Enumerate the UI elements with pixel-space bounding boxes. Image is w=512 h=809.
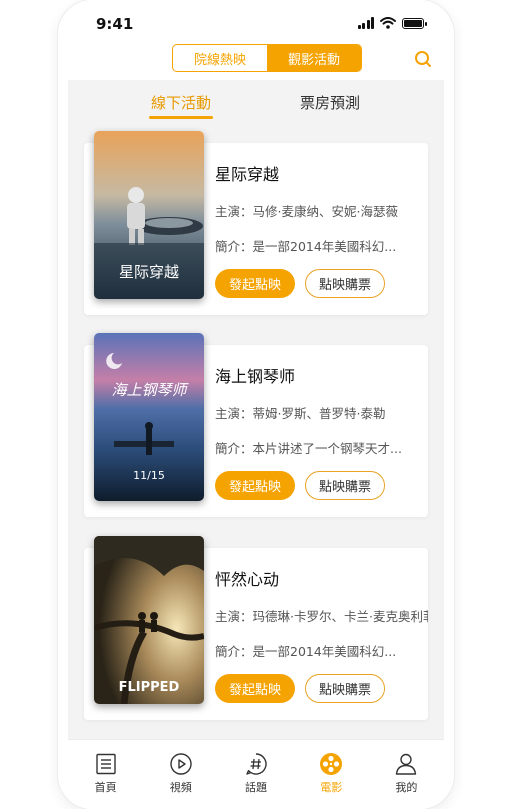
tab-offline-events[interactable]: 線下活動 — [148, 92, 214, 119]
movie-poster[interactable]: 海上钢琴师 11/15 — [94, 333, 204, 501]
movie-title: 怦然心动 — [215, 570, 280, 589]
tab-label: 視頻 — [169, 781, 192, 794]
movie-synopsis: 簡介：是一部2014年美國科幻... — [215, 239, 397, 254]
tab-label: 我的 — [395, 781, 418, 794]
tab-box-office-forecast[interactable]: 票房預測 — [300, 92, 360, 113]
movie-cast: 主演：蒂姆·罗斯、普罗特·泰勒 — [215, 406, 386, 421]
main-content: 線下活動 票房預測 星际穿越 星际穿越 主演：马修·麦康纳、安妮·海瑟薇 簡介：… — [68, 80, 444, 739]
poster-title: 海上钢琴师 — [111, 381, 189, 399]
tab-video[interactable]: 視頻 — [143, 740, 218, 809]
user-icon — [396, 753, 417, 775]
segmented-control: 院線熱映 觀影活動 — [172, 44, 362, 72]
movie-title: 海上钢琴师 — [215, 367, 296, 386]
movie-title: 星际穿越 — [215, 165, 280, 184]
tab-label: 首頁 — [94, 781, 117, 794]
movie-cast: 主演：玛德琳·卡罗尔、卡兰·麦克奥利菲 — [215, 609, 428, 624]
wifi-icon — [380, 17, 396, 29]
tab-label: 話題 — [245, 781, 267, 794]
movie-synopsis: 簡介：本片讲述了一个钢琴天才... — [215, 441, 402, 456]
buy-screening-ticket-button[interactable]: 點映購票 — [305, 471, 385, 500]
hashtag-icon — [246, 753, 267, 775]
movie-card[interactable]: 星际穿越 星际穿越 主演：马修·麦康纳、安妮·海瑟薇 簡介：是一部2014年美國… — [84, 131, 428, 315]
tab-label: 電影 — [320, 781, 343, 794]
status-time: 9:41 — [96, 15, 134, 33]
tab-profile[interactable]: 我的 — [369, 740, 444, 809]
status-icons — [357, 17, 427, 29]
status-bar: 9:41 — [68, 0, 444, 44]
top-header: 院線熱映 觀影活動 — [68, 44, 444, 80]
buy-screening-ticket-button[interactable]: 點映購票 — [305, 269, 385, 298]
poster-title: 星际穿越 — [119, 263, 179, 281]
movie-card[interactable]: 海上钢琴师 11/15 海上钢琴师 主演：蒂姆·罗斯、普罗特·泰勒 簡介：本片讲… — [84, 333, 428, 517]
movie-synopsis: 簡介：是一部2014年美國科幻... — [215, 644, 397, 659]
battery-icon — [402, 17, 427, 29]
sub-tabs: 線下活動 票房預測 — [68, 92, 444, 120]
buy-screening-ticket-button[interactable]: 點映購票 — [305, 674, 385, 703]
start-screening-button[interactable]: 發起點映 — [215, 674, 295, 703]
signal-icon — [357, 17, 374, 29]
start-screening-button[interactable]: 發起點映 — [215, 269, 295, 298]
search-icon[interactable] — [414, 50, 432, 68]
tab-movies[interactable]: 電影 — [294, 740, 369, 809]
movie-card[interactable]: FLIPPED 怦然心动 主演：玛德琳·卡罗尔、卡兰·麦克奥利菲 簡介：是一部2… — [84, 536, 428, 720]
movie-poster[interactable]: FLIPPED — [94, 536, 204, 704]
home-icon — [95, 753, 116, 775]
poster-date: 11/15 — [133, 469, 165, 482]
movie-cast: 主演：马修·麦康纳、安妮·海瑟薇 — [215, 204, 398, 219]
movie-poster[interactable]: 星际穿越 — [94, 131, 204, 299]
tab-topics[interactable]: 話題 — [218, 740, 293, 809]
segment-screening-events[interactable]: 觀影活動 — [267, 45, 361, 71]
play-icon — [170, 753, 192, 775]
poster-title: FLIPPED — [119, 680, 180, 695]
segment-theater-now[interactable]: 院線熱映 — [173, 45, 267, 71]
bottom-tab-bar: 首頁 視頻 話題 電影 我的 — [68, 739, 444, 809]
start-screening-button[interactable]: 發起點映 — [215, 471, 295, 500]
tab-home[interactable]: 首頁 — [68, 740, 143, 809]
film-reel-icon — [320, 753, 343, 775]
phone-frame: 9:41 院線熱映 觀影活動 線下活動 票房預測 星际穿越 星际穿越 主演：马修… — [58, 0, 454, 809]
